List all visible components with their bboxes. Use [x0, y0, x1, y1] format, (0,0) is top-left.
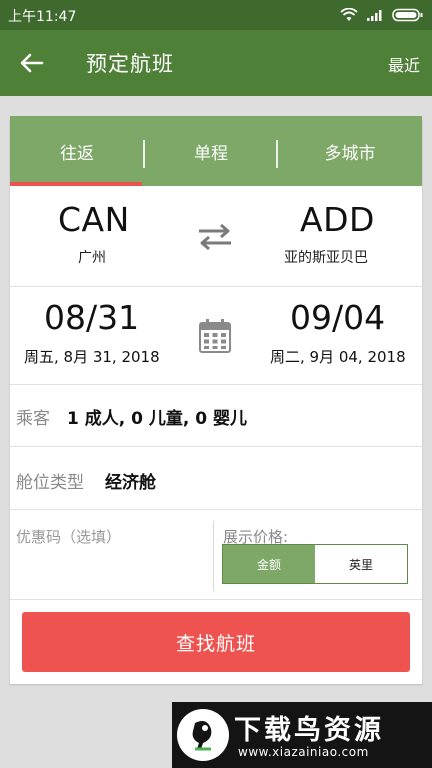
return-date: 09/04 [290, 298, 386, 337]
swap-icon[interactable] [197, 222, 233, 252]
tab-multi-city[interactable]: 多城市 [278, 116, 422, 186]
recent-button[interactable]: 最近 [388, 52, 420, 76]
watermark-text: 下载鸟资源 [234, 715, 384, 746]
depart-date-selector[interactable]: 08/31 周五, 8月 31, 2018 [10, 286, 190, 384]
cabin-row[interactable]: 舱位类型 经济舱 [10, 446, 422, 510]
depart-date: 08/31 [44, 298, 140, 337]
app-bar: 预定航班 最近 [0, 30, 432, 96]
cabin-value: 经济舱 [105, 473, 156, 493]
destination-selector[interactable]: ADD 亚的斯亚贝巴 [242, 186, 422, 286]
origin-code: CAN [58, 200, 130, 239]
cabin-label: 舱位类型 [16, 473, 84, 493]
depart-date-long: 周五, 8月 31, 2018 [24, 348, 160, 366]
promo-divider [213, 521, 214, 591]
origin-selector[interactable]: CAN 广州 [10, 186, 190, 286]
tab-one-way[interactable]: 单程 [144, 116, 278, 186]
origin-city: 广州 [78, 250, 106, 266]
destination-city: 亚的斯亚贝巴 [284, 250, 368, 266]
return-date-selector[interactable]: 09/04 周二, 9月 04, 2018 [242, 286, 422, 384]
status-icons [340, 5, 424, 25]
status-time: 上午11:47 [8, 9, 77, 25]
bird-logo-icon [177, 709, 229, 761]
passengers-row[interactable]: 乘客 1 成人, 0 儿童, 0 婴儿 [10, 384, 422, 447]
back-arrow-icon[interactable] [18, 49, 46, 77]
battery-icon [392, 8, 423, 22]
tab-round-trip[interactable]: 往返 [10, 116, 144, 186]
page-title: 预定航班 [86, 52, 174, 76]
price-option-amount[interactable]: 金额 [223, 545, 315, 583]
route-row: CAN 广州 ADD 亚的斯亚贝巴 [10, 186, 422, 287]
calendar-icon[interactable] [198, 318, 232, 354]
watermark: 下载鸟资源 www.xiazainiao.com [172, 702, 432, 768]
status-bar: 上午11:47 [0, 0, 432, 30]
destination-code: ADD [300, 200, 375, 239]
promo-code-input[interactable]: 优惠码（选填） [16, 526, 121, 547]
watermark-url: www.xiazainiao.com [238, 745, 369, 759]
dates-row: 08/31 周五, 8月 31, 2018 09/04 周二, 9月 04, 2… [10, 286, 422, 385]
signal-icon [367, 10, 382, 21]
wifi-icon [340, 8, 358, 21]
booking-card: 往返 单程 多城市 CAN 广州 ADD 亚的斯亚贝巴 08/31 周五, 8月… [10, 116, 422, 684]
passengers-value: 1 成人, 0 儿童, 0 婴儿 [67, 409, 247, 429]
trip-type-tabs: 往返 单程 多城市 [10, 116, 422, 186]
search-flights-button[interactable]: 查找航班 [22, 612, 410, 672]
price-display-toggle: 金额 英里 [222, 544, 408, 584]
price-option-miles[interactable]: 英里 [315, 545, 407, 583]
return-date-long: 周二, 9月 04, 2018 [270, 348, 406, 366]
passengers-label: 乘客 [16, 409, 50, 429]
